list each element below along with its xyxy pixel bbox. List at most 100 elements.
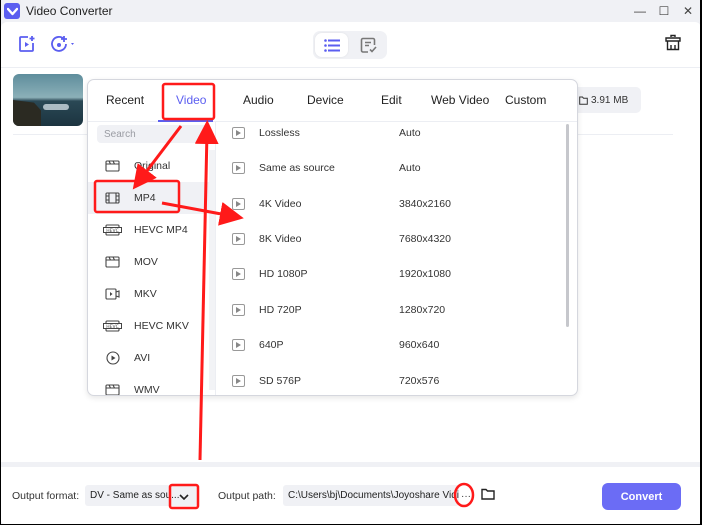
preset-name: 4K Video xyxy=(259,198,302,210)
tab-audio[interactable]: Audio xyxy=(243,93,274,107)
file-size-badge: 3.91 MB xyxy=(573,87,641,113)
format-label: AVI xyxy=(134,352,151,364)
play-icon xyxy=(232,339,245,351)
preset-list: Lossless Auto Same as source Auto 4K Vid… xyxy=(217,122,567,395)
ellipsis-icon: ··· xyxy=(461,490,471,502)
format-label: MOV xyxy=(134,256,158,268)
maximize-icon: ☐ xyxy=(658,4,670,18)
tab-custom[interactable]: Custom xyxy=(505,93,546,107)
format-item-mp4[interactable]: MP4 xyxy=(88,182,209,214)
format-list: Original MP4 HEVC HEVC MP4 MOV MKV HEVC … xyxy=(88,122,216,395)
play-icon xyxy=(232,375,245,387)
clapper-icon xyxy=(103,384,122,395)
format-tabs: Recent Video Audio Device Edit Web Video… xyxy=(88,80,577,122)
output-path-value: C:\Users\bj\Documents\Joyoshare VidiK xyxy=(288,490,459,501)
tab-recent[interactable]: Recent xyxy=(106,93,144,107)
preset-item[interactable]: HD 720P 1280x720 xyxy=(217,295,557,325)
task-view-tab[interactable] xyxy=(350,31,387,59)
bottom-bar: Output format: DV - Same as sou... Outpu… xyxy=(1,467,700,524)
format-list-scrollbar[interactable] xyxy=(209,150,215,390)
preset-name: Lossless xyxy=(259,127,300,139)
preset-list-scrollbar[interactable] xyxy=(566,124,569,327)
format-label: MKV xyxy=(134,288,157,300)
title-bar: Video Converter — ☐ ✕ xyxy=(1,0,700,22)
format-label: MP4 xyxy=(134,192,156,204)
add-video-icon xyxy=(19,36,35,52)
add-disc-icon xyxy=(51,36,74,52)
play-icon xyxy=(232,198,245,210)
tab-web-video[interactable]: Web Video xyxy=(431,93,489,107)
convert-button[interactable]: Convert xyxy=(602,483,681,510)
play-circle-icon xyxy=(103,351,122,365)
format-item-hevc-mkv[interactable]: HEVC HEVC MKV xyxy=(88,310,209,342)
preset-resolution: 7680x4320 xyxy=(399,233,451,245)
trash-icon xyxy=(665,34,681,51)
file-size: 3.91 MB xyxy=(591,94,629,106)
minimize-icon: — xyxy=(634,4,646,18)
format-label: HEVC MKV xyxy=(134,320,189,332)
open-folder-button[interactable] xyxy=(481,488,495,503)
folder-icon xyxy=(481,488,495,500)
preset-item[interactable]: HD 1080P 1920x1080 xyxy=(217,259,557,289)
format-item-wmv[interactable]: WMV xyxy=(88,374,209,395)
preset-resolution: 3840x2160 xyxy=(399,198,451,210)
clapper-icon xyxy=(103,256,122,268)
toolbar xyxy=(1,22,700,68)
preset-resolution: 960x640 xyxy=(399,339,440,351)
output-path-field[interactable]: C:\Users\bj\Documents\Joyoshare VidiK xyxy=(283,485,459,506)
output-format-label: Output format: xyxy=(12,490,80,502)
preset-item[interactable]: 640P 960x640 xyxy=(217,330,557,360)
clapper-icon xyxy=(103,160,122,172)
output-format-dropdown-button[interactable] xyxy=(172,486,196,507)
delete-all-button[interactable] xyxy=(665,34,681,51)
output-format-value: DV - Same as sou... xyxy=(90,490,180,501)
hevc-icon: HEVC xyxy=(103,224,122,236)
output-path-label: Output path: xyxy=(218,490,276,502)
minimize-button[interactable]: — xyxy=(628,0,652,22)
tab-video[interactable]: Video xyxy=(176,93,206,107)
preset-resolution: 1280x720 xyxy=(399,304,446,316)
preset-resolution: 1920x1080 xyxy=(399,268,451,280)
chevron-down-icon xyxy=(179,493,189,500)
file-icon xyxy=(579,96,588,105)
play-icon xyxy=(232,162,245,174)
format-label: Original xyxy=(134,160,171,172)
app-logo-icon xyxy=(4,3,20,19)
list-view-icon xyxy=(323,38,340,52)
add-video-button[interactable] xyxy=(18,35,36,53)
close-button[interactable]: ✕ xyxy=(676,0,700,22)
app-window: Video Converter — ☐ ✕ 3.91 MB Output for… xyxy=(1,0,700,524)
preset-item[interactable]: 4K Video 3840x2160 xyxy=(217,189,557,219)
play-icon xyxy=(232,127,245,139)
video-thumbnail xyxy=(13,74,83,126)
preset-item[interactable]: Same as source Auto xyxy=(217,153,557,183)
tab-device[interactable]: Device xyxy=(307,93,344,107)
task-list-icon xyxy=(360,37,377,53)
maximize-button[interactable]: ☐ xyxy=(652,0,676,22)
format-item-hevc-mp4[interactable]: HEVC HEVC MP4 xyxy=(88,214,209,246)
film-icon xyxy=(103,192,122,204)
format-label: HEVC MP4 xyxy=(134,224,188,236)
preset-name: 640P xyxy=(259,339,284,351)
more-options-button[interactable]: ··· xyxy=(459,488,473,504)
play-icon xyxy=(232,304,245,316)
play-icon xyxy=(232,233,245,245)
tab-edit[interactable]: Edit xyxy=(381,93,402,107)
add-disc-button[interactable] xyxy=(50,35,78,53)
preset-name: HD 720P xyxy=(259,304,302,316)
format-item-mkv[interactable]: MKV xyxy=(88,278,209,310)
format-item-original[interactable]: Original xyxy=(88,150,209,182)
play-icon xyxy=(232,268,245,280)
svg-text:HEVC: HEVC xyxy=(106,228,118,234)
format-item-mov[interactable]: MOV xyxy=(88,246,209,278)
preset-item[interactable]: SD 576P 720x576 xyxy=(217,366,557,395)
format-item-avi[interactable]: AVI xyxy=(88,342,209,374)
preset-item[interactable]: 8K Video 7680x4320 xyxy=(217,224,557,254)
format-search-input[interactable] xyxy=(97,125,209,143)
close-icon: ✕ xyxy=(682,4,694,18)
format-popup: Recent Video Audio Device Edit Web Video… xyxy=(87,79,578,396)
preset-item[interactable]: Lossless Auto xyxy=(217,118,557,148)
preset-name: SD 576P xyxy=(259,375,302,387)
list-view-tab[interactable] xyxy=(315,33,348,57)
hevc-icon: HEVC xyxy=(103,320,122,332)
